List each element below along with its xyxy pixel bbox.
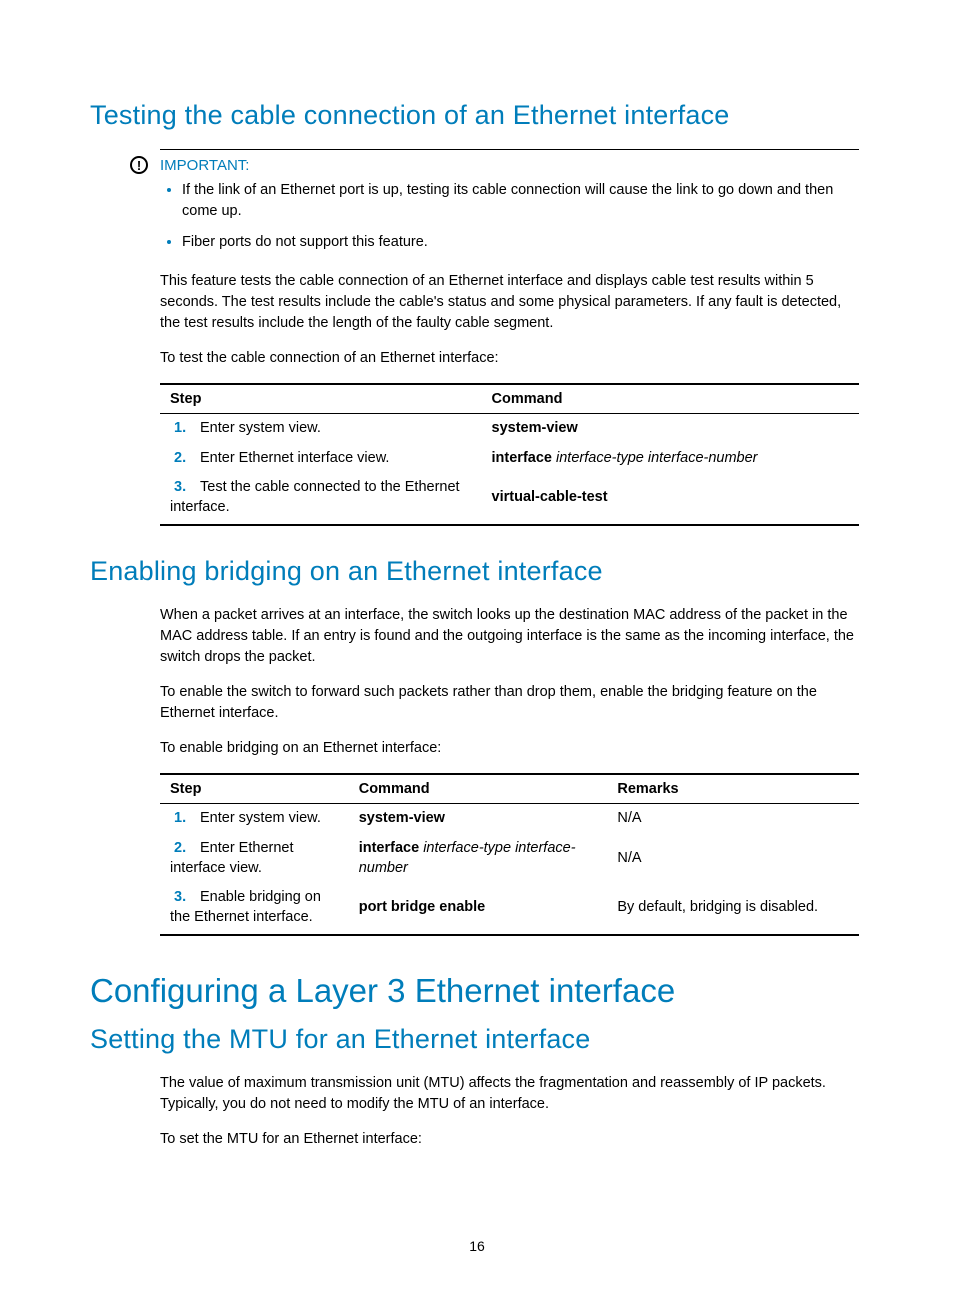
cmd-bold: virtual-cable-test (492, 489, 608, 505)
paragraph: To enable the switch to forward such pac… (160, 682, 859, 724)
cell-step: 2.Enter Ethernet interface view. (160, 834, 349, 883)
paragraph: To set the MTU for an Ethernet interface… (160, 1129, 859, 1150)
paragraph: The value of maximum transmission unit (… (160, 1073, 859, 1115)
cmd-bold: system-view (492, 420, 578, 436)
section2-table: Step Command Remarks 1.Enter system view… (160, 773, 859, 936)
th-step: Step (160, 384, 482, 414)
important-bullets: If the link of an Ethernet port is up, t… (160, 178, 859, 253)
bullet-item: Fiber ports do not support this feature. (182, 230, 859, 253)
important-label: IMPORTANT: (160, 157, 249, 174)
section3-main-heading: Configuring a Layer 3 Ethernet interface (90, 972, 859, 1010)
important-header: ! IMPORTANT: (130, 156, 859, 174)
cell-command: system-view (349, 804, 608, 834)
paragraph: When a packet arrives at an interface, t… (160, 605, 859, 668)
step-number: 1. (170, 419, 200, 439)
paragraph: This feature tests the cable connection … (160, 271, 859, 334)
cell-remarks: N/A (607, 804, 859, 834)
th-step: Step (160, 774, 349, 804)
table-row: 1.Enter system view. system-view (160, 414, 859, 444)
cell-command: port bridge enable (349, 883, 608, 935)
cell-step: 2.Enter Ethernet interface view. (160, 444, 482, 474)
step-number: 3. (170, 478, 200, 498)
table-head-row: Step Command (160, 384, 859, 414)
table-row: 3.Enable bridging on the Ethernet interf… (160, 883, 859, 935)
cell-step: 3.Enable bridging on the Ethernet interf… (160, 883, 349, 935)
table-row: 2.Enter Ethernet interface view. interfa… (160, 834, 859, 883)
cell-step: 3.Test the cable connected to the Ethern… (160, 473, 482, 525)
cell-command: interface interface-type interface-numbe… (482, 444, 859, 474)
cell-remarks: N/A (607, 834, 859, 883)
page: Testing the cable connection of an Ether… (0, 0, 954, 1296)
cmd-bold: interface (359, 840, 419, 856)
step-text: Enter system view. (200, 420, 321, 436)
cell-remarks: By default, bridging is disabled. (607, 883, 859, 935)
cmd-bold: system-view (359, 810, 445, 826)
bullet-item: If the link of an Ethernet port is up, t… (182, 178, 859, 222)
important-rule (160, 149, 859, 150)
step-number: 3. (170, 888, 200, 908)
table-row: 3.Test the cable connected to the Ethern… (160, 473, 859, 525)
step-text: Test the cable connected to the Ethernet… (170, 479, 460, 515)
section2-body: When a packet arrives at an interface, t… (160, 605, 859, 936)
cmd-italic: interface-type interface-number (552, 450, 758, 466)
cmd-bold: interface (492, 450, 552, 466)
section3-sub-heading: Setting the MTU for an Ethernet interfac… (90, 1024, 859, 1055)
table-row: 2.Enter Ethernet interface view. interfa… (160, 444, 859, 474)
step-text: Enter Ethernet interface view. (200, 450, 389, 466)
section1-heading: Testing the cable connection of an Ether… (90, 100, 859, 131)
th-remarks: Remarks (607, 774, 859, 804)
th-command: Command (349, 774, 608, 804)
important-box: ! IMPORTANT: If the link of an Ethernet … (130, 149, 859, 253)
cell-step: 1.Enter system view. (160, 414, 482, 444)
step-number: 2. (170, 449, 200, 469)
cell-command: interface interface-type interface-numbe… (349, 834, 608, 883)
section2-heading: Enabling bridging on an Ethernet interfa… (90, 556, 859, 587)
th-command: Command (482, 384, 859, 414)
section1-table: Step Command 1.Enter system view. system… (160, 383, 859, 526)
paragraph: To test the cable connection of an Ether… (160, 348, 859, 369)
important-icon: ! (130, 156, 148, 174)
cell-command: virtual-cable-test (482, 473, 859, 525)
page-number: 16 (0, 1238, 954, 1254)
cell-step: 1.Enter system view. (160, 804, 349, 834)
cell-command: system-view (482, 414, 859, 444)
paragraph: To enable bridging on an Ethernet interf… (160, 738, 859, 759)
step-text: Enter system view. (200, 810, 321, 826)
section3-body: The value of maximum transmission unit (… (160, 1073, 859, 1150)
section1-body: This feature tests the cable connection … (160, 271, 859, 526)
table-head-row: Step Command Remarks (160, 774, 859, 804)
step-number: 2. (170, 839, 200, 859)
step-number: 1. (170, 809, 200, 829)
table-row: 1.Enter system view. system-view N/A (160, 804, 859, 834)
cmd-bold: port bridge enable (359, 899, 486, 915)
